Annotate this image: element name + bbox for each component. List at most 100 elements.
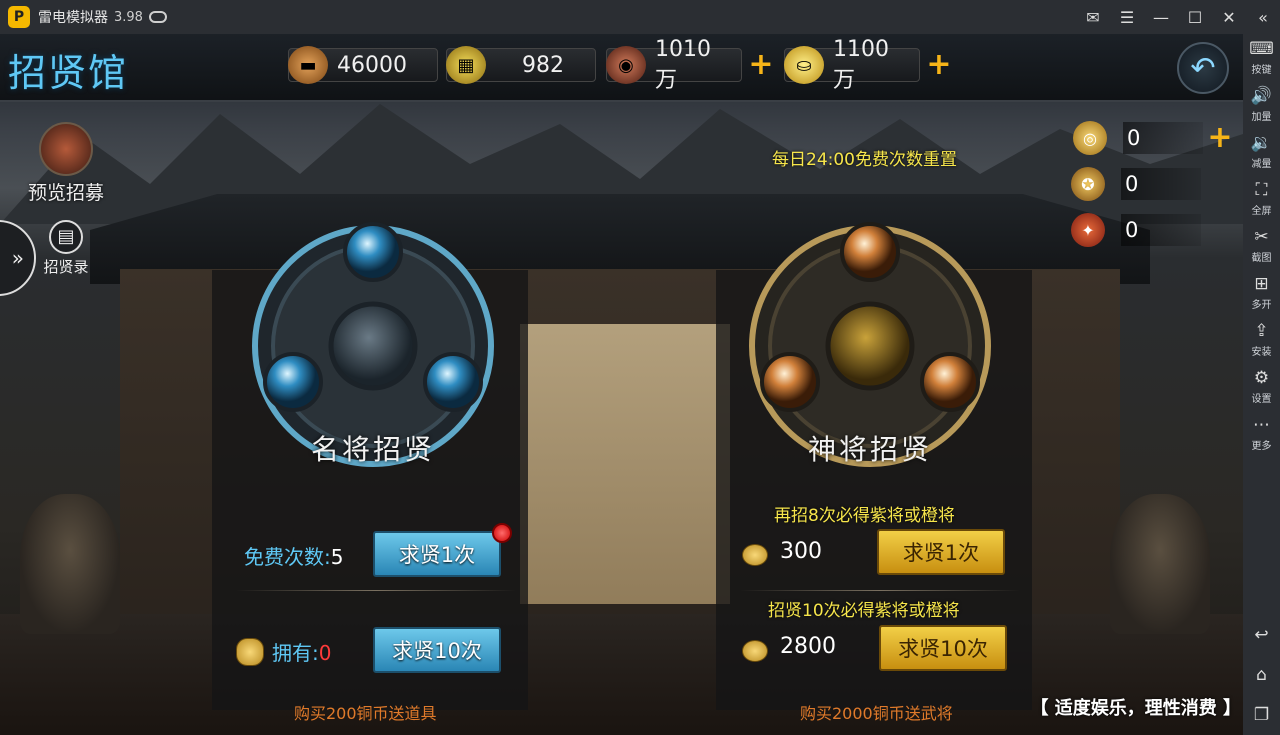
android-home-button[interactable]: ⌂ — [1243, 655, 1280, 695]
resource-copper-coins: 1010万 ◉ + — [606, 37, 776, 93]
gold-bar-icon: ▦ — [446, 46, 486, 84]
mail-icon[interactable]: ✉ — [1076, 0, 1110, 34]
menu-icon[interactable]: ☰ — [1110, 0, 1144, 34]
volume-down-icon: 🔉 — [1250, 132, 1273, 153]
sidebar-label: 减量 — [1251, 158, 1272, 170]
token-gold: ◎ 0 + — [1073, 120, 1235, 156]
emulator-sidebar: ⌨ 按键 🔊 加量 🔉 减量 ⛶ 全屏 ✂ 截图 ⊞ 多开 ⇪ 安装 ⚙ 设置 … — [1243, 34, 1280, 735]
token-box: 0 — [1121, 214, 1201, 246]
emulator-title: 雷电模拟器 — [38, 10, 108, 26]
apk-install-icon: ⇪ — [1254, 320, 1269, 341]
window-controls: ✉ ☰ — ☐ ✕ « — [1076, 0, 1280, 34]
sidebar-label: 安装 — [1251, 346, 1272, 358]
recruit-record-label: 招贤录 — [43, 258, 89, 276]
sidebar-volume-down[interactable]: 🔉 减量 — [1243, 128, 1280, 175]
return-arrow-icon: ↶ — [1190, 50, 1216, 86]
minimize-button[interactable]: — — [1144, 0, 1178, 34]
game-screen: 招贤馆 46000 ▬ 982 ▦ 1010万 ◉ + 1100万 ⛀ + ↶ … — [0, 34, 1243, 735]
token-box: 0 — [1123, 122, 1203, 154]
resource-value: 46000 — [337, 52, 407, 78]
sidebar-screenshot[interactable]: ✂ 截图 — [1243, 222, 1280, 269]
general-avatar-icon — [39, 122, 93, 176]
free-count-label: 免费次数: — [244, 545, 331, 569]
healthy-gaming-note: 【 适度娱乐，理性消费 】 — [1030, 698, 1241, 719]
token-value: 0 — [1125, 172, 1139, 196]
own-count-value: 0 — [318, 641, 332, 665]
divine-guarantee-once: 再招8次必得紫将或橙将 — [774, 506, 955, 526]
resource-value: 982 — [522, 52, 564, 78]
gold-ingot-icon: ⛀ — [784, 46, 824, 84]
divine-guarantee-ten: 招贤10次必得紫将或橙将 — [768, 601, 960, 621]
divine-cost-ten: 2800 — [780, 634, 836, 659]
divine-promo-text: 购买2000铜币送武将 — [800, 704, 953, 723]
sidebar-multi-instance[interactable]: ⊞ 多开 — [1243, 269, 1280, 316]
emulator-version: 3.98 — [114, 9, 143, 25]
add-copper-button[interactable]: + — [746, 50, 776, 80]
volume-up-icon: 🔊 — [1250, 85, 1273, 106]
collapse-sidebar-icon[interactable]: « — [1246, 0, 1280, 34]
sidebar-install-apk[interactable]: ⇪ 安装 — [1243, 316, 1280, 363]
document-icon: ▤ — [49, 220, 83, 254]
home-icon: ⌂ — [1256, 665, 1267, 685]
sidebar-keyboard[interactable]: ⌨ 按键 — [1243, 34, 1280, 81]
android-back-button[interactable]: ↩ — [1243, 615, 1280, 655]
back-button[interactable]: ↶ — [1177, 42, 1229, 94]
own-count-label: 拥有: — [272, 641, 319, 665]
chevron-right-icon: » — [11, 246, 24, 270]
divine-recruit-once-button[interactable]: 求贤1次 — [877, 529, 1005, 575]
sidebar-label: 加量 — [1251, 111, 1272, 123]
sidebar-label: 设置 — [1251, 393, 1272, 405]
free-count-value: 5 — [330, 545, 344, 569]
back-arrow-icon: ↩ — [1254, 625, 1269, 645]
gold-coin-icon — [742, 640, 768, 662]
sidebar-label: 按键 — [1251, 64, 1272, 76]
sidebar-more[interactable]: ⋯ 更多 — [1243, 410, 1280, 457]
maximize-button[interactable]: ☐ — [1178, 0, 1212, 34]
resource-wood: 46000 ▬ — [288, 46, 438, 84]
keyboard-icon: ⌨ — [1249, 38, 1274, 59]
sidebar-settings[interactable]: ⚙ 设置 — [1243, 363, 1280, 410]
gamepad-icon[interactable] — [148, 11, 167, 23]
free-count-row: 免费次数:5 — [244, 541, 343, 570]
daily-reset-note: 每日24:00免费次数重置 — [772, 150, 957, 170]
divine-cost-once: 300 — [780, 539, 822, 564]
gold-bag-icon: ✪ — [1071, 167, 1105, 201]
red-scroll-icon: ✦ — [1071, 213, 1105, 247]
gear-icon: ⚙ — [1253, 367, 1270, 388]
divider — [236, 590, 516, 591]
expand-side-tab[interactable]: » — [0, 220, 36, 296]
famous-recruit-ten-button[interactable]: 求贤10次 — [373, 627, 501, 673]
fullscreen-icon: ⛶ — [1255, 179, 1268, 200]
copper-coin-icon: ◉ — [606, 46, 646, 84]
famous-recruit-once-button[interactable]: 求贤1次 — [373, 531, 501, 577]
scissors-icon: ✂ — [1254, 226, 1269, 247]
token-gold-bag: ✪ 0 — [1071, 166, 1201, 202]
token-value: 0 — [1127, 126, 1141, 150]
recruit-record-button[interactable]: ▤ 招贤录 — [36, 220, 96, 277]
stone-lion-right — [1110, 494, 1210, 634]
sidebar-fullscreen[interactable]: ⛶ 全屏 — [1243, 175, 1280, 222]
recents-icon: ❐ — [1253, 705, 1270, 725]
sidebar-label: 多开 — [1251, 299, 1272, 311]
stone-lion-left — [20, 494, 120, 634]
token-value: 0 — [1125, 218, 1139, 242]
sidebar-label: 全屏 — [1251, 205, 1272, 217]
sidebar-volume-up[interactable]: 🔊 加量 — [1243, 81, 1280, 128]
top-bar: 招贤馆 46000 ▬ 982 ▦ 1010万 ◉ + 1100万 ⛀ + ↶ — [0, 34, 1243, 102]
resource-value: 1010万 — [655, 36, 711, 93]
add-gold-token-button[interactable]: + — [1205, 123, 1235, 153]
divine-recruit-ten-button[interactable]: 求贤10次 — [879, 625, 1007, 671]
preview-recruit-button[interactable]: 预览招募 — [16, 122, 116, 205]
landscape-painting — [520, 324, 730, 604]
token-red-scroll: ✦ 0 — [1071, 212, 1201, 248]
resource-value: 1100万 — [833, 36, 889, 93]
emulator-titlebar: P 雷电模拟器 3.98 ✉ ☰ — ☐ ✕ « — [0, 0, 1280, 34]
android-recents-button[interactable]: ❐ — [1243, 695, 1280, 735]
add-ingot-button[interactable]: + — [924, 50, 954, 80]
sidebar-label: 更多 — [1251, 440, 1272, 452]
preview-recruit-label: 预览招募 — [27, 182, 104, 204]
gold-coin-icon — [742, 544, 768, 566]
close-button[interactable]: ✕ — [1212, 0, 1246, 34]
page-title: 招贤馆 — [8, 51, 129, 95]
more-icon: ⋯ — [1253, 414, 1270, 435]
